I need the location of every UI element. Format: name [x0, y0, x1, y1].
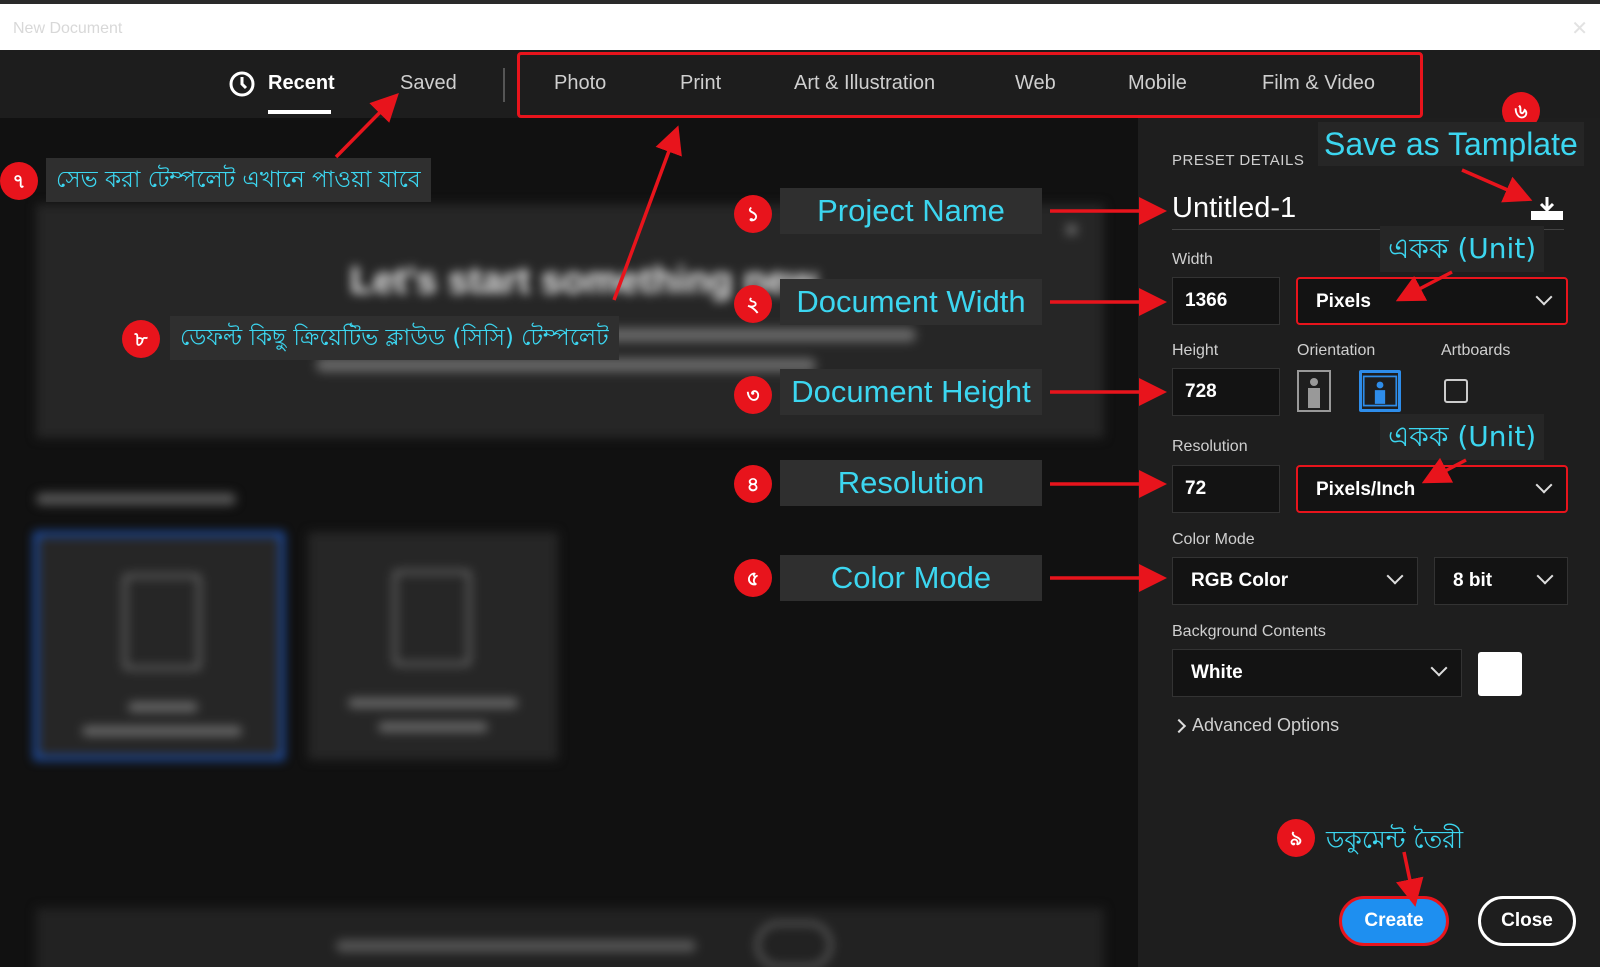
- preset-tabs-highlight: [517, 52, 1423, 118]
- resolution-input[interactable]: 72: [1172, 465, 1280, 513]
- document-icon: [123, 574, 201, 670]
- width-unit-select[interactable]: Pixels: [1296, 277, 1568, 325]
- annotation-resolution: Resolution: [780, 460, 1042, 506]
- search-placeholder-line: [336, 940, 696, 952]
- annotation-document-height: Document Height: [780, 369, 1042, 415]
- annotation-badge-9: ৯: [1277, 819, 1315, 857]
- height-input[interactable]: 728: [1172, 368, 1280, 416]
- annotation-cc-templates-note: ডেফল্ট কিছু ক্রিয়েটিভ ক্লাউড (সিসি) টেম…: [170, 316, 619, 360]
- recent-item-card[interactable]: [308, 532, 558, 760]
- card-title-line: [348, 698, 518, 708]
- card-subtitle-line: [378, 722, 488, 732]
- chevron-down-icon: [1536, 567, 1554, 585]
- width-unit-value: Pixels: [1316, 291, 1371, 312]
- annotation-document-width: Document Width: [780, 279, 1042, 325]
- artboards-label: Artboards: [1441, 342, 1511, 359]
- document-icon: [393, 570, 471, 666]
- active-tab-indicator: [268, 110, 331, 114]
- portrait-orientation-icon[interactable]: [1297, 370, 1331, 412]
- annotation-save-as-template: Save as Tamplate: [1318, 122, 1584, 166]
- color-mode-select[interactable]: RGB Color: [1172, 557, 1418, 605]
- templates-pane: Let's start something new. ✕: [0, 118, 1138, 967]
- close-button[interactable]: Close: [1478, 896, 1576, 946]
- resolution-label: Resolution: [1172, 438, 1248, 455]
- annotation-badge-5: ৫: [734, 559, 772, 597]
- annotation-badge-7: ৭: [0, 162, 38, 200]
- resolution-unit-select[interactable]: Pixels/Inch: [1296, 465, 1568, 513]
- chevron-down-icon: [1386, 567, 1404, 585]
- card-subtitle-line: [82, 726, 242, 736]
- color-mode-value: RGB Color: [1191, 570, 1289, 591]
- chevron-down-icon: [1535, 288, 1553, 306]
- background-color-swatch[interactable]: [1478, 652, 1522, 696]
- annotation-create-note: ডকুমেন্ট তৈরী: [1326, 825, 1464, 854]
- annotation-color-mode: Color Mode: [780, 555, 1042, 601]
- tab-recent[interactable]: Recent: [268, 72, 335, 95]
- chevron-down-icon: [1430, 659, 1448, 677]
- background-contents-value: White: [1191, 662, 1243, 683]
- recent-item-card[interactable]: [34, 532, 284, 760]
- orientation-label: Orientation: [1297, 342, 1376, 359]
- advanced-options-toggle[interactable]: Advanced Options: [1192, 715, 1339, 736]
- width-input[interactable]: 1366: [1172, 277, 1280, 325]
- background-contents-select[interactable]: White: [1172, 649, 1462, 697]
- save-preset-icon[interactable]: [1530, 195, 1564, 221]
- artboards-checkbox[interactable]: [1444, 379, 1468, 403]
- annotation-saved-templates-note: সেভ করা টেম্পলেট এখানে পাওয়া যাবে: [46, 158, 431, 202]
- annotation-badge-3: ৩: [734, 376, 772, 414]
- height-label: Height: [1172, 342, 1219, 359]
- color-mode-label: Color Mode: [1172, 531, 1255, 548]
- recent-items-label: [36, 493, 236, 505]
- chevron-down-icon: [1535, 476, 1553, 494]
- bit-depth-value: 8 bit: [1453, 570, 1493, 591]
- stock-search-bar: [36, 908, 1104, 967]
- window-title: New Document: [13, 20, 123, 37]
- tab-saved[interactable]: Saved: [400, 72, 457, 95]
- bit-depth-select[interactable]: 8 bit: [1434, 557, 1568, 605]
- landscape-orientation-icon[interactable]: [1359, 370, 1401, 412]
- annotation-badge-1: ১: [734, 195, 772, 233]
- create-button[interactable]: Create: [1339, 896, 1449, 946]
- tab-divider: [503, 68, 505, 102]
- annotation-unit-resolution: একক (Unit): [1380, 414, 1545, 460]
- annotation-badge-8: ৮: [122, 320, 160, 358]
- annotation-badge-4: ৪: [734, 465, 772, 503]
- annotation-badge-2: ২: [734, 285, 772, 323]
- background-contents-label: Background Contents: [1172, 623, 1326, 640]
- preset-details-label: PRESET DETAILS: [1172, 152, 1305, 169]
- document-name-input[interactable]: Untitled-1: [1172, 192, 1296, 225]
- preset-tab-bar: Recent Saved Photo Print Art & Illustrat…: [0, 50, 1600, 118]
- go-button[interactable]: [756, 922, 832, 967]
- width-label: Width: [1172, 251, 1213, 268]
- clock-icon: [229, 71, 255, 97]
- resolution-unit-value: Pixels/Inch: [1316, 479, 1416, 500]
- banner-close-icon[interactable]: ✕: [1063, 218, 1080, 243]
- window-close-icon[interactable]: ✕: [1571, 16, 1588, 41]
- window-titlebar: New Document ✕: [0, 0, 1600, 50]
- annotation-unit-width: একক (Unit): [1380, 226, 1545, 272]
- annotation-project-name: Project Name: [780, 188, 1042, 234]
- card-title-line: [128, 702, 198, 712]
- welcome-text-line: [316, 358, 816, 372]
